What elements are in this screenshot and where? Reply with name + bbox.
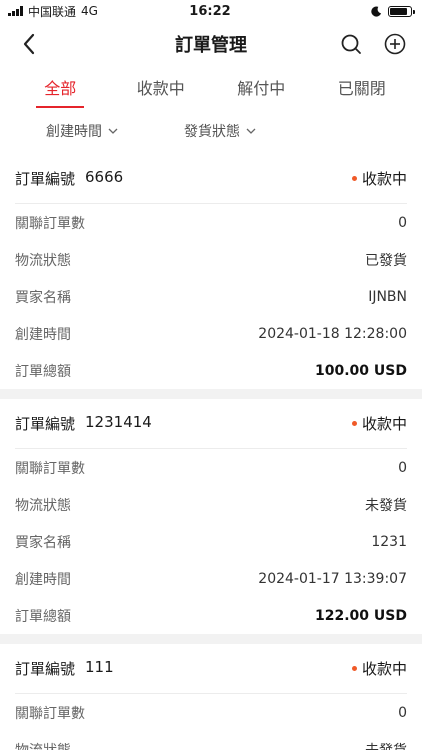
- battery-fill: [389, 7, 407, 15]
- order-status: 收款中: [351, 413, 407, 434]
- order-card-header: 訂單編號 111 收款中: [15, 644, 407, 694]
- order-id: 訂單編號 1231414: [15, 413, 152, 434]
- carrier-name: 中国联通: [28, 4, 77, 19]
- back-icon: [23, 33, 35, 55]
- order-status: 收款中: [351, 168, 407, 189]
- moon-icon: [371, 6, 382, 17]
- order-status-label: 收款中: [361, 170, 407, 188]
- order-status-label: 收款中: [361, 660, 407, 678]
- row-label: 訂單總額: [15, 363, 71, 380]
- filter-shipping-status[interactable]: 發貨狀態: [184, 121, 256, 141]
- status-dot-icon: [351, 666, 357, 671]
- order-row: 物流狀態 未發貨: [15, 731, 407, 750]
- row-value: 0: [398, 459, 407, 476]
- status-dot-icon: [351, 176, 357, 181]
- order-row: 買家名稱 1231: [15, 523, 407, 560]
- row-label: 買家名稱: [15, 534, 71, 551]
- row-value: 0: [398, 704, 407, 721]
- order-card[interactable]: 訂單編號 6666 收款中 關聯訂單數 0 物流狀態 已發貨 買家名稱 IJNBN 創…: [0, 154, 422, 389]
- row-value: 已發貨: [365, 252, 407, 269]
- nav-bar: 訂單管理: [0, 22, 422, 66]
- order-card[interactable]: 訂單編號 1231414 收款中 關聯訂單數 0 物流狀態 未發貨 買家名稱 1231…: [0, 399, 422, 634]
- order-id-value: 1231414: [85, 413, 152, 431]
- row-value: 2024-01-17 13:39:07: [258, 570, 407, 587]
- order-row: 訂單總額 100.00 USD: [15, 352, 407, 389]
- tab-closed[interactable]: 已關閉: [338, 75, 386, 108]
- back-button[interactable]: [16, 31, 42, 57]
- order-row: 訂單總額 122.00 USD: [15, 597, 407, 634]
- row-label: 創建時間: [15, 571, 71, 588]
- order-row: 關聯訂單數 0: [15, 204, 407, 241]
- nav-actions: [338, 31, 408, 57]
- row-label: 關聯訂單數: [15, 215, 85, 232]
- order-row: 物流狀態 已發貨: [15, 241, 407, 278]
- row-label: 物流狀態: [15, 252, 71, 269]
- order-card-header: 訂單編號 1231414 收款中: [15, 399, 407, 449]
- status-right: [272, 5, 415, 17]
- order-id: 訂單編號 6666: [15, 168, 123, 189]
- row-value: 1231: [371, 533, 407, 550]
- network-type: 4G: [81, 4, 98, 18]
- order-id-label: 訂單編號: [15, 660, 76, 678]
- filter-label: 創建時間: [46, 124, 102, 140]
- row-value: 未發貨: [365, 497, 407, 514]
- order-row: 關聯訂單數 0: [15, 694, 407, 731]
- order-id-value: 6666: [85, 168, 124, 186]
- add-button[interactable]: [382, 31, 408, 57]
- add-icon: [384, 33, 406, 55]
- order-card[interactable]: 訂單編號 111 收款中 關聯訂單數 0 物流狀態 未發貨: [0, 644, 422, 750]
- row-label: 關聯訂單數: [15, 460, 85, 477]
- row-value: 0: [398, 214, 407, 231]
- filter-bar: 創建時間 發貨狀態: [0, 108, 422, 154]
- order-list: 訂單編號 6666 收款中 關聯訂單數 0 物流狀態 已發貨 買家名稱 IJNBN 創…: [0, 154, 422, 750]
- signal-icon: [8, 6, 23, 16]
- row-label: 物流狀態: [15, 740, 71, 750]
- tab-disbursing[interactable]: 解付中: [237, 75, 285, 108]
- row-label: 創建時間: [15, 326, 71, 343]
- order-status-tabs: 全部 收款中 解付中 已關閉: [0, 66, 422, 108]
- search-icon: [341, 34, 361, 54]
- status-left: 中国联通 4G: [8, 3, 148, 20]
- order-row: 物流狀態 未發貨: [15, 486, 407, 523]
- order-row: 買家名稱 IJNBN: [15, 278, 407, 315]
- filter-label: 發貨狀態: [184, 124, 240, 140]
- search-button[interactable]: [338, 31, 364, 57]
- order-total: 122.00 USD: [315, 607, 407, 624]
- order-id-label: 訂單編號: [15, 170, 76, 188]
- order-status-label: 收款中: [361, 415, 407, 433]
- status-bar: 中国联通 4G 16:22: [0, 0, 422, 22]
- row-value: 未發貨: [365, 740, 407, 750]
- chevron-down-icon: [108, 128, 118, 134]
- filter-created-time[interactable]: 創建時間: [46, 121, 118, 141]
- row-label: 訂單總額: [15, 608, 71, 625]
- order-row: 創建時間 2024-01-17 13:39:07: [15, 560, 407, 597]
- row-value: 2024-01-18 12:28:00: [258, 325, 407, 342]
- tab-collecting[interactable]: 收款中: [137, 75, 185, 108]
- order-id-value: 111: [85, 658, 114, 676]
- row-label: 買家名稱: [15, 289, 71, 306]
- order-id: 訂單編號 111: [15, 658, 114, 679]
- order-card-header: 訂單編號 6666 收款中: [15, 154, 407, 204]
- status-dot-icon: [351, 421, 357, 426]
- status-time: 16:22: [189, 3, 231, 19]
- order-status: 收款中: [351, 658, 407, 679]
- chevron-down-icon: [246, 128, 256, 134]
- row-label: 關聯訂單數: [15, 705, 85, 722]
- order-id-label: 訂單編號: [15, 415, 76, 433]
- order-row: 關聯訂單數 0: [15, 449, 407, 486]
- battery-icon: [387, 5, 415, 17]
- order-row: 創建時間 2024-01-18 12:28:00: [15, 315, 407, 352]
- row-label: 物流狀態: [15, 497, 71, 514]
- order-total: 100.00 USD: [315, 362, 407, 379]
- row-value: IJNBN: [368, 288, 407, 305]
- tab-all[interactable]: 全部: [36, 75, 85, 108]
